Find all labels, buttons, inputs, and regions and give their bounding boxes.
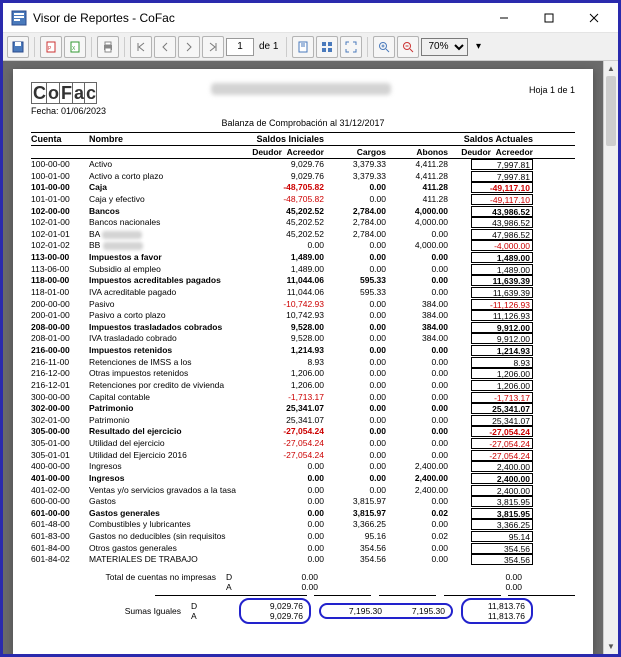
ni-a-si: 0.00	[244, 582, 322, 592]
ni-d-sa: 0.00	[446, 572, 526, 582]
table-row: 216-12-01Retenciones por credito de vivi…	[31, 380, 575, 392]
sum-a-sa: 11,813.76	[469, 611, 525, 621]
table-row: 101-00-00Caja-48,705.820.00411.28-49,117…	[31, 182, 575, 194]
table-row: 208-00-00Impuestos trasladados cobrados9…	[31, 322, 575, 334]
table-row: 113-06-00Subsidio al empleo1,489.000.000…	[31, 264, 575, 276]
table-row: 305-01-00Utilidad del ejercicio-27,054.2…	[31, 438, 575, 450]
table-row: 100-01-00Activo a corto plazo9,029.763,3…	[31, 171, 575, 183]
fullscreen-icon[interactable]	[340, 36, 362, 58]
table-header: Cuenta Nombre Saldos Iniciales Saldos Ac…	[31, 132, 575, 146]
first-page-icon[interactable]	[130, 36, 152, 58]
next-page-icon[interactable]	[178, 36, 200, 58]
minimize-button[interactable]	[481, 4, 526, 32]
table-row: 102-00-00Bancos45,202.522,784.004,000.00…	[31, 206, 575, 218]
sum-d-sa: 11,813.76	[469, 601, 525, 611]
table-row: 305-00-00Resultado del ejercicio-27,054.…	[31, 426, 575, 438]
table-row: 113-00-00Impuestos a favor1,489.000.000.…	[31, 252, 575, 264]
last-page-icon[interactable]	[202, 36, 224, 58]
ni-d-si: 0.00	[244, 572, 322, 582]
redacted-company	[211, 83, 391, 95]
table-row: 100-00-00Activo9,029.763,379.334,411.287…	[31, 159, 575, 171]
table-row: 601-84-00Otros gastos generales0.00354.5…	[31, 543, 575, 555]
table-row: 216-00-00Impuestos retenidos1,214.930.00…	[31, 345, 575, 357]
table-row: 401-02-00Ventas y/o servicios gravados a…	[31, 485, 575, 497]
table-row: 601-83-00Gastos no deducibles (sin requi…	[31, 531, 575, 543]
table-row: 208-01-00IVA trasladado cobrado9,528.000…	[31, 333, 575, 345]
table-row: 401-00-00Ingresos0.000.002,400.002,400.0…	[31, 473, 575, 485]
sum-abono: 7,195.30	[390, 606, 445, 616]
table-row: 400-00-00Ingresos0.000.002,400.002,400.0…	[31, 461, 575, 473]
hdr-saldos-iniciales: Saldos Iniciales	[244, 134, 324, 144]
report-subtitle: Balanza de Comprobación al 31/12/2017	[31, 118, 575, 128]
table-row: 102-01-01BA 45,202.522,784.000.0047,986.…	[31, 229, 575, 241]
table-row: 600-00-00Gastos0.003,815.970.003,815.95	[31, 496, 575, 508]
page-indicator: Hoja 1 de 1	[529, 85, 575, 95]
sumas-sa-ring: 11,813.76 11,813.76	[461, 598, 533, 624]
table-row: 118-01-00IVA acreditable pagado11,044.06…	[31, 287, 575, 299]
sum-cargo: 7,195.30	[327, 606, 382, 616]
table-row: 302-00-00Patrimonio25,341.070.000.0025,3…	[31, 403, 575, 415]
table-subheader: Deudor Acreedor Cargos Abonos Deudor Acr…	[31, 146, 575, 159]
export-pdf-icon[interactable]: P	[40, 36, 62, 58]
toolbar: P X de 1 70% ▾	[3, 33, 618, 61]
sumas-si-ring: 9,029.76 9,029.76	[239, 598, 311, 624]
page-number-input[interactable]	[226, 38, 254, 56]
table-row: 216-11-00Retenciones de IMSS a los8.930.…	[31, 357, 575, 369]
scroll-down-icon[interactable]: ▼	[604, 639, 618, 654]
table-row: 300-00-00Capital contable-1,713.170.000.…	[31, 392, 575, 404]
table-body: 100-00-00Activo9,029.763,379.334,411.287…	[31, 159, 575, 566]
export-excel-icon[interactable]: X	[64, 36, 86, 58]
scroll-thumb[interactable]	[606, 76, 616, 146]
table-row: 101-01-00Caja y efectivo-48,705.820.0041…	[31, 194, 575, 206]
no-impresas-label: Total de cuentas no impresas	[31, 572, 226, 582]
report-date: Fecha: 01/06/2023	[31, 106, 575, 116]
app-icon	[11, 10, 27, 26]
hdr-nombre: Nombre	[89, 134, 244, 144]
print-icon[interactable]	[97, 36, 119, 58]
zoom-select[interactable]: 70%	[421, 38, 468, 56]
table-row: 200-00-00Pasivo-10,742.930.00384.00-11,1…	[31, 299, 575, 311]
sumas-cargos-ring: 7,195.30 7,195.30	[319, 603, 453, 619]
table-row: 305-01-01Utilidad del Ejercicio 2016-27,…	[31, 450, 575, 462]
ni-a-sa: 0.00	[446, 582, 526, 592]
sum-a-si: 9,029.76	[247, 611, 303, 621]
zoom-in-icon[interactable]	[373, 36, 395, 58]
zoom-out-icon[interactable]	[397, 36, 419, 58]
table-row: 102-01-02BB 0.000.004,000.00-4,000.00	[31, 240, 575, 252]
page-of-label: de 1	[259, 41, 278, 52]
close-button[interactable]	[571, 4, 616, 32]
hdr-abonos: Abonos	[386, 147, 448, 157]
table-row: 102-01-00Bancos nacionales45,202.522,784…	[31, 217, 575, 229]
hdr-cuenta: Cuenta	[31, 134, 89, 144]
page-layout-icon[interactable]	[292, 36, 314, 58]
save-icon[interactable]	[7, 36, 29, 58]
vertical-scrollbar[interactable]: ▲ ▼	[603, 61, 618, 654]
table-row: 601-00-00Gastos generales0.003,815.970.0…	[31, 508, 575, 520]
table-row: 216-12-00Otras impuestos retenidos1,206.…	[31, 368, 575, 380]
window-titlebar: Visor de Reportes - CoFac	[3, 3, 618, 33]
report-viewer: CoFac Hoja 1 de 1 Fecha: 01/06/2023 Bala…	[3, 61, 603, 654]
table-row: 200-01-00Pasivo a corto plazo10,742.930.…	[31, 310, 575, 322]
hdr-cargos: Cargos	[324, 147, 386, 157]
thumbnails-icon[interactable]	[316, 36, 338, 58]
sum-d-si: 9,029.76	[247, 601, 303, 611]
scroll-up-icon[interactable]: ▲	[604, 61, 618, 76]
report-page: CoFac Hoja 1 de 1 Fecha: 01/06/2023 Bala…	[13, 69, 593, 654]
table-row: 118-00-00Impuestos acreditables pagados1…	[31, 275, 575, 287]
hdr-saldos-actuales: Saldos Actuales	[448, 134, 533, 144]
window-title: Visor de Reportes - CoFac	[33, 11, 481, 25]
maximize-button[interactable]	[526, 4, 571, 32]
sumas-label: Sumas Iguales	[31, 606, 191, 616]
totals-section: Total de cuentas no impresas D 0.00 0.00…	[31, 572, 575, 624]
table-row: 601-84-02MATERIALES DE TRABAJO0.00354.56…	[31, 554, 575, 566]
prev-page-icon[interactable]	[154, 36, 176, 58]
dropdown-icon[interactable]: ▾	[470, 36, 486, 58]
table-row: 302-01-00Patrimonio25,341.070.000.0025,3…	[31, 415, 575, 427]
table-row: 601-48-00Combustibles y lubricantes0.003…	[31, 519, 575, 531]
